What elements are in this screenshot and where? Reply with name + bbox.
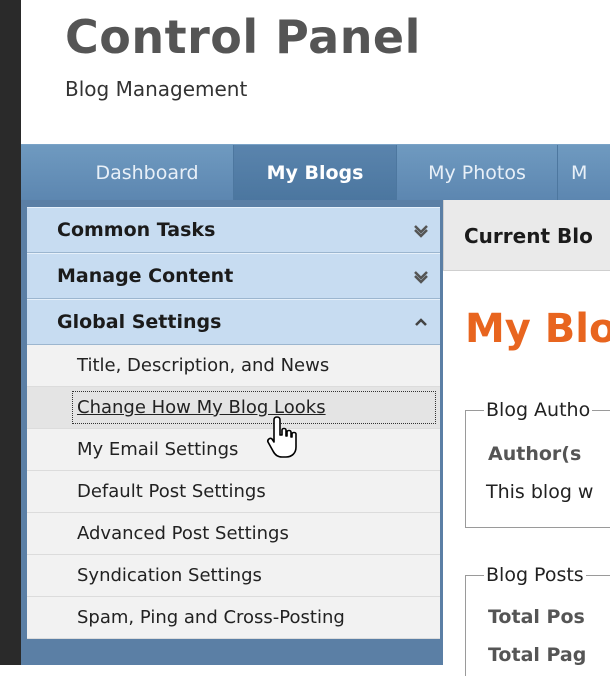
authors-label: Author(s	[488, 443, 582, 465]
current-blog-header: Current Blo	[443, 200, 610, 271]
accordion-global-settings[interactable]: Global Settings	[27, 299, 440, 345]
settings-item-advanced-post[interactable]: Advanced Post Settings	[27, 513, 440, 555]
authors-description: This blog w	[486, 481, 594, 503]
blog-title: My Blo	[465, 306, 610, 352]
hand-cursor-icon	[267, 416, 297, 458]
accordion-manage-content[interactable]: Manage Content	[27, 253, 440, 299]
accordion-label: Global Settings	[57, 311, 222, 333]
tab-divider	[557, 145, 558, 201]
settings-item-label: Default Post Settings	[77, 481, 266, 502]
blog-posts-legend: Blog Posts	[484, 564, 586, 586]
settings-item-default-post[interactable]: Default Post Settings	[27, 471, 440, 513]
accordion-label: Manage Content	[57, 265, 234, 287]
total-pages-label: Total Pag	[488, 644, 587, 666]
chevron-up-icon[interactable]	[412, 313, 430, 331]
page-title: Control Panel	[65, 10, 421, 64]
chevron-down-icon[interactable]	[412, 267, 430, 285]
window-left-edge	[0, 0, 21, 665]
tab-truncated[interactable]: M	[571, 145, 610, 201]
total-posts-label: Total Pos	[488, 606, 585, 628]
page-header: Control Panel Blog Management	[21, 0, 610, 144]
tab-my-blogs[interactable]: My Blogs	[234, 145, 396, 201]
chevron-down-icon[interactable]	[412, 221, 430, 239]
blog-posts-box: Blog Posts Total Pos Total Pag	[465, 564, 610, 676]
settings-item-change-blog-looks[interactable]: Change How My Blog Looks	[27, 387, 440, 429]
accordion-common-tasks[interactable]: Common Tasks	[27, 207, 440, 253]
settings-item-label: My Email Settings	[77, 439, 239, 460]
settings-item-label: Title, Description, and News	[77, 355, 330, 376]
blog-authors-box: Blog Autho Author(s This blog w	[465, 399, 610, 528]
settings-item-label: Syndication Settings	[77, 565, 262, 586]
settings-item-label: Spam, Ping and Cross-Posting	[77, 607, 345, 628]
tab-my-photos[interactable]: My Photos	[397, 145, 557, 201]
main-content: Current Blo My Blo Blog Autho Author(s T…	[443, 200, 610, 676]
blog-authors-legend: Blog Autho	[484, 399, 593, 421]
settings-item-title-description[interactable]: Title, Description, and News	[27, 345, 440, 387]
settings-item-label: Advanced Post Settings	[77, 523, 289, 544]
current-blog-label: Current Blo	[464, 224, 593, 248]
tab-dashboard[interactable]: Dashboard	[61, 145, 233, 201]
accordion-label: Common Tasks	[57, 219, 216, 241]
settings-item-syndication[interactable]: Syndication Settings	[27, 555, 440, 597]
top-nav: Dashboard My Blogs My Photos M	[21, 144, 610, 201]
sidebar: Common Tasks Manage Content Global Setti…	[21, 200, 443, 665]
settings-item-email[interactable]: My Email Settings	[27, 429, 440, 471]
page-subtitle: Blog Management	[65, 77, 248, 101]
settings-item-spam-ping[interactable]: Spam, Ping and Cross-Posting	[27, 597, 440, 639]
